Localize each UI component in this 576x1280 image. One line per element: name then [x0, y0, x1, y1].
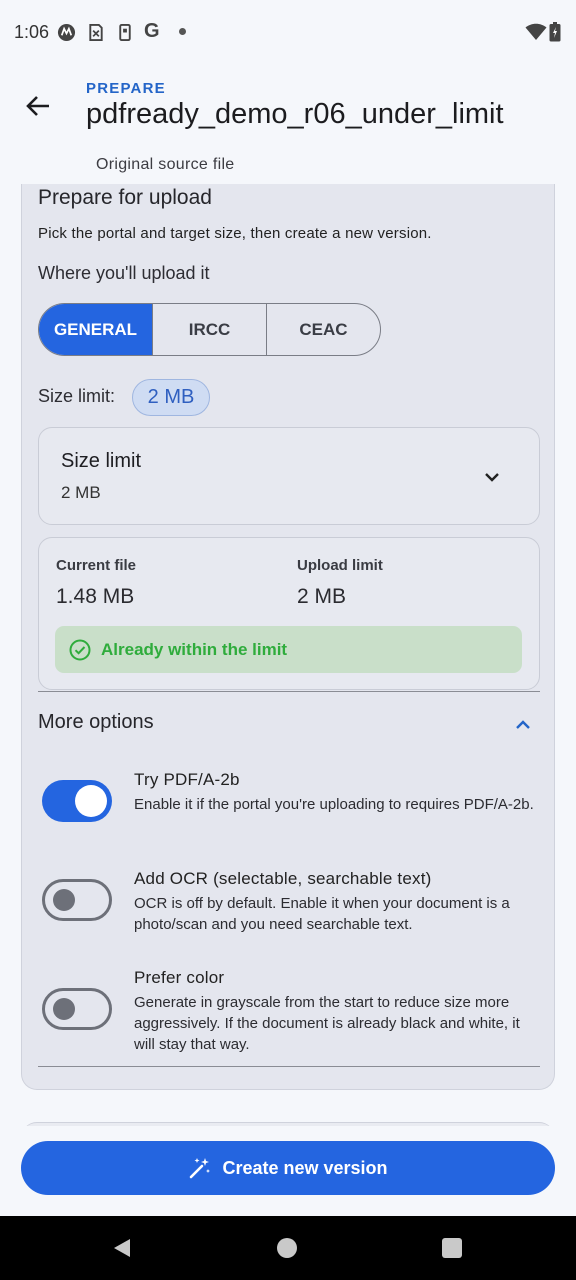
- status-text: Already within the limit: [101, 639, 288, 659]
- prepare-card: Prepare for upload Pick the portal and t…: [21, 184, 555, 1090]
- portal-ceac-button[interactable]: CEAC: [267, 304, 380, 355]
- chevron-down-icon: [485, 473, 499, 482]
- wifi-icon: [524, 22, 548, 42]
- option-description: OCR is off by default. Enable it when yo…: [134, 895, 510, 933]
- divider: [38, 1066, 540, 1067]
- option-title: Prefer color: [134, 968, 225, 987]
- option-title: Add OCR (selectable, searchable text): [134, 869, 432, 888]
- status-banner: Already within the limit: [55, 626, 522, 673]
- page-overline: PREPARE: [86, 80, 166, 97]
- ocr-toggle[interactable]: [42, 879, 112, 921]
- nav-recents-icon[interactable]: [442, 1238, 462, 1258]
- prepare-title: Prepare for upload: [38, 186, 212, 209]
- more-options-title: More options: [38, 711, 154, 733]
- upload-limit-value: 2 MB: [297, 585, 347, 608]
- chevron-up-icon[interactable]: [512, 714, 534, 736]
- option-description: Enable it if the portal you're uploading…: [134, 796, 534, 813]
- toggle-knob: [53, 889, 75, 911]
- system-nav-bar: [0, 1216, 576, 1280]
- page-title: pdfready_demo_r06_under_limit: [86, 98, 504, 130]
- option-title: Try PDF/A-2b: [134, 770, 240, 789]
- current-file-label: Current file: [56, 557, 137, 574]
- dropdown-value: 2 MB: [61, 483, 101, 502]
- current-file-value: 1.48 MB: [56, 585, 135, 608]
- size-limit-label: Size limit:: [38, 386, 116, 406]
- nav-home-icon[interactable]: [277, 1238, 297, 1258]
- nav-back-icon[interactable]: [111, 1237, 133, 1259]
- dot-icon: [179, 28, 186, 35]
- check-circle-icon: [69, 639, 91, 660]
- status-bar: 1:06 G: [0, 0, 576, 64]
- prepare-description: Pick the portal and target size, then cr…: [38, 225, 432, 242]
- status-time: 1:06: [14, 22, 50, 42]
- battery-saver-icon: [115, 22, 135, 42]
- back-button[interactable]: [18, 86, 58, 126]
- bottom-action-bar: Create new version: [0, 1126, 576, 1216]
- portal-ircc-button[interactable]: IRCC: [153, 304, 267, 355]
- dropdown-label: Size limit: [61, 450, 142, 472]
- google-icon: G: [144, 20, 160, 42]
- toggle-knob: [75, 785, 107, 817]
- portal-selector: GENERAL IRCC CEAC: [38, 303, 381, 356]
- app-bar: PREPARE pdfready_demo_r06_under_limit Or…: [0, 64, 576, 184]
- battery-icon: [548, 22, 562, 42]
- motorola-icon: [56, 22, 76, 42]
- toggle-knob: [53, 998, 75, 1020]
- create-new-version-button[interactable]: Create new version: [21, 1141, 555, 1195]
- upload-limit-label: Upload limit: [297, 557, 383, 574]
- divider: [38, 691, 540, 692]
- page-subtitle: Original source file: [96, 156, 235, 173]
- file-size-info: Current file 1.48 MB Upload limit 2 MB A…: [38, 537, 540, 690]
- arrow-back-icon: [26, 96, 49, 116]
- color-toggle[interactable]: [42, 988, 112, 1030]
- option-description: Generate in grayscale from the start to …: [134, 994, 520, 1053]
- sim-icon: [86, 22, 106, 42]
- upload-destination-label: Where you'll upload it: [38, 263, 210, 283]
- magic-wand-icon: [190, 1158, 211, 1179]
- size-limit-chip: 2 MB: [132, 379, 210, 416]
- size-limit-dropdown[interactable]: Size limit 2 MB: [38, 427, 540, 525]
- portal-general-button[interactable]: GENERAL: [39, 304, 153, 355]
- create-button-label: Create new version: [222, 1157, 388, 1178]
- pdfa-toggle[interactable]: [42, 780, 112, 822]
